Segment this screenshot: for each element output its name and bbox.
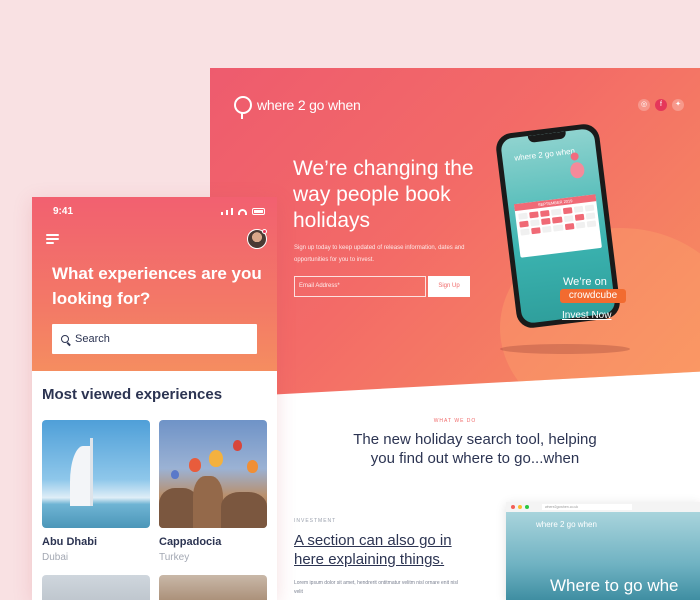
browser-headline: Where to go whe — [550, 576, 679, 595]
balloon-shape — [247, 460, 258, 473]
calendar-day — [586, 220, 597, 228]
calendar-day — [541, 217, 552, 225]
calendar-day — [573, 205, 584, 213]
crowdcube-logo: crowdcube — [560, 289, 626, 303]
section-eyebrow: WHAT WE DO — [433, 418, 477, 424]
calendar-day — [563, 215, 574, 223]
search-icon — [61, 335, 69, 343]
calendar-day — [529, 211, 540, 219]
card-subtitle: Turkey — [159, 552, 190, 563]
calendar-day — [564, 223, 575, 231]
rock-shape — [221, 492, 267, 528]
phone-notch — [527, 131, 567, 143]
phone-shadow — [500, 344, 630, 354]
desktop-website-mockup: where 2 go when ◎ f ✦ We’re changing the… — [210, 68, 700, 600]
twitter-icon[interactable]: ✦ — [672, 99, 684, 111]
calendar-day — [575, 221, 586, 229]
browser-brand: where 2 go when — [536, 520, 597, 529]
status-bar-icons — [221, 208, 265, 215]
notification-dot-icon — [262, 229, 267, 234]
cappadocia-image — [159, 420, 267, 528]
address-bar: where2gowhen.co.uk — [542, 504, 632, 510]
balloon-shape — [209, 450, 223, 467]
calendar-day — [530, 219, 541, 227]
investment-title[interactable]: A section can also go in here explaining… — [294, 531, 466, 569]
card-title: Abu Dhabi — [42, 536, 97, 548]
maximize-dot-icon — [525, 505, 529, 509]
investment-eyebrow: INVESTMENT — [294, 518, 337, 524]
brand-logo[interactable]: where 2 go when — [234, 96, 361, 119]
rock-shape — [193, 476, 223, 528]
location-pin-icon — [234, 96, 252, 119]
signal-bar-icon — [226, 210, 228, 215]
experience-card[interactable] — [159, 575, 267, 600]
calendar-day — [519, 220, 529, 228]
close-dot-icon — [511, 505, 515, 509]
experience-card[interactable]: Cappadocia Turkey — [159, 420, 267, 563]
calendar-day — [520, 228, 530, 236]
facebook-icon[interactable]: f — [655, 99, 667, 111]
calendar-day — [542, 225, 553, 233]
search-placeholder: Search — [75, 333, 110, 345]
burj-mast-shape — [90, 438, 93, 506]
burj-al-arab-shape — [70, 446, 92, 506]
signal-bar-icon — [221, 212, 223, 215]
instagram-icon[interactable]: ◎ — [638, 99, 650, 111]
browser-hero-image: where 2 go when Where to go whe — [506, 512, 700, 600]
balloon-shape — [189, 458, 201, 472]
social-links: ◎ f ✦ — [638, 99, 684, 111]
calendar-day — [518, 212, 529, 220]
browser-toolbar: where2gowhen.co.uk — [506, 502, 700, 512]
mobile-header: 9:41 What experiences are you looking fo… — [32, 197, 277, 371]
section-title: Most viewed experiences — [42, 386, 223, 403]
flamingo-image — [566, 151, 588, 187]
brand-name: where 2 go when — [257, 97, 361, 113]
calendar-day — [562, 207, 573, 215]
card-subtitle: Dubai — [42, 552, 69, 563]
calendar-day — [585, 212, 596, 220]
section-title: The new holiday search tool, helping you… — [353, 431, 597, 467]
calendar-day — [574, 213, 585, 221]
menu-icon[interactable] — [46, 234, 59, 246]
experience-card[interactable] — [42, 575, 150, 600]
card-title: Cappadocia — [159, 536, 222, 548]
signal-bar-icon — [231, 208, 233, 215]
calendar-day — [540, 209, 551, 217]
browser-mockup: where2gowhen.co.uk where 2 go when Where… — [506, 502, 700, 600]
wifi-icon — [238, 209, 247, 215]
calendar-day — [584, 204, 595, 212]
calendar-day — [531, 227, 542, 235]
calendar-day — [551, 208, 562, 216]
hero-subtitle: Sign up today to keep updated of release… — [294, 245, 465, 263]
calendar-day — [552, 216, 563, 224]
balloon-shape — [171, 470, 179, 479]
minimize-dot-icon — [518, 505, 522, 509]
email-field[interactable]: Email Address* — [294, 276, 426, 297]
experience-image — [159, 575, 267, 600]
experience-image — [42, 575, 150, 600]
hero-title: We’re changing the way people book holid… — [293, 157, 474, 232]
balloon-shape — [233, 440, 242, 451]
status-time: 9:41 — [53, 206, 74, 217]
calendar-day — [553, 224, 564, 232]
crowdfunding-text: We’re on — [563, 276, 607, 288]
experience-card[interactable]: Abu Dhabi Dubai — [42, 420, 150, 563]
search-input[interactable]: Search — [52, 324, 257, 354]
mobile-app-mockup: 9:41 What experiences are you looking fo… — [32, 197, 277, 600]
invest-now-link[interactable]: Invest Now — [562, 310, 611, 321]
sign-up-button[interactable]: Sign Up — [428, 276, 470, 297]
abu-dhabi-image — [42, 420, 150, 528]
investment-body: Lorem ipsum dolor sit amet, hendrerit on… — [294, 580, 458, 595]
calendar-card: SEPTEMBER 2019 — [514, 194, 602, 258]
battery-icon — [252, 208, 265, 215]
page-title: What experiences are you looking for? — [52, 264, 262, 308]
